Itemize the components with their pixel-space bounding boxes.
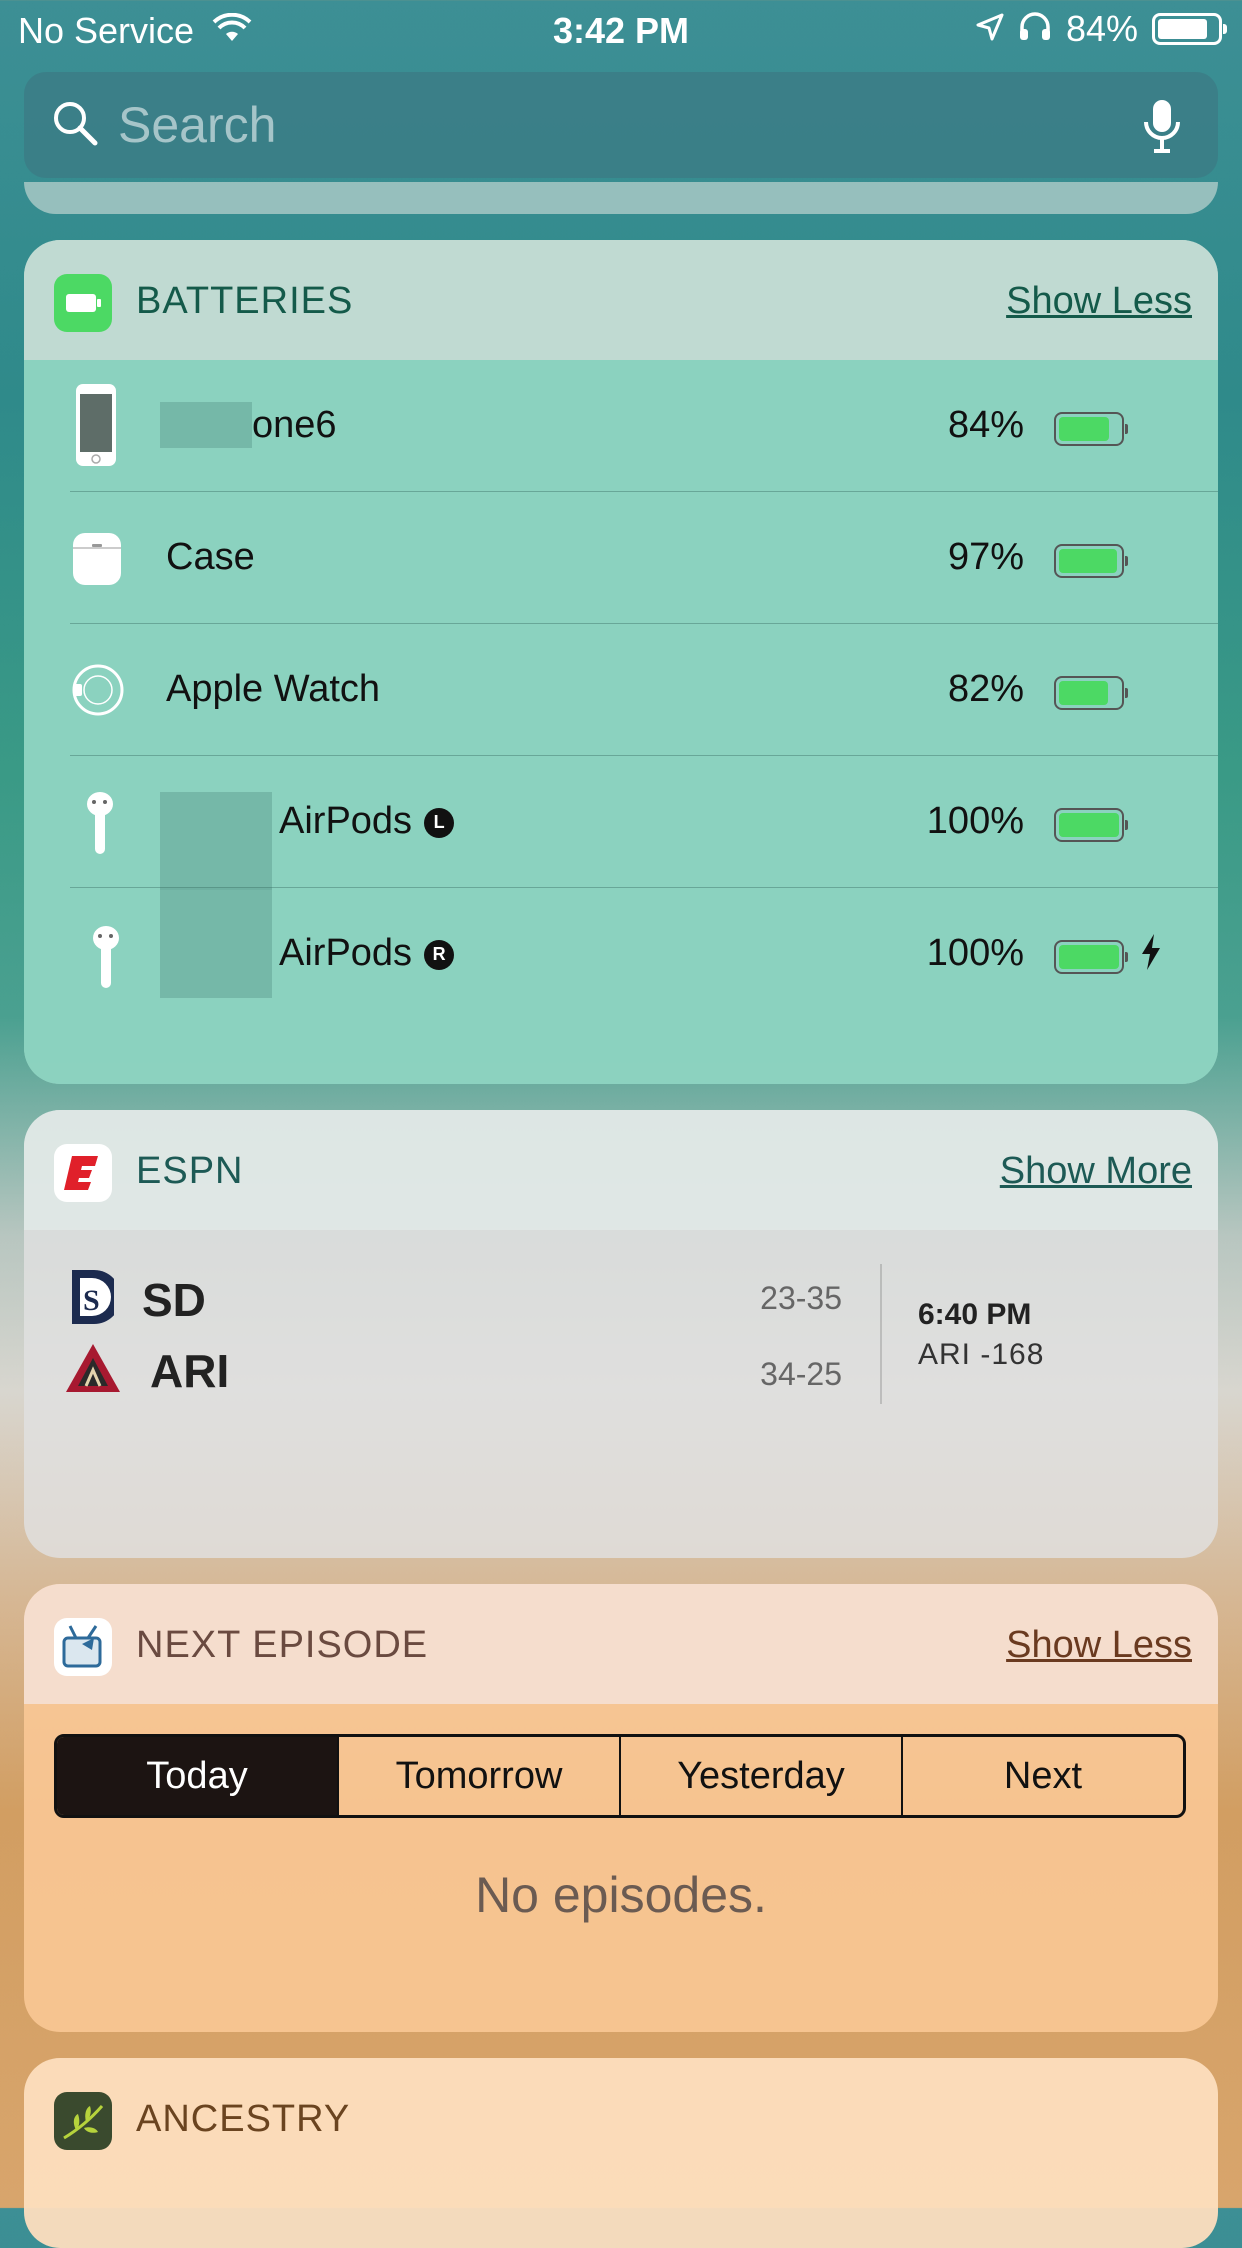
device-name-text: AirPods [279, 800, 413, 842]
redacted-name [160, 888, 272, 998]
right-badge: R [424, 939, 455, 970]
device-name: Case [166, 536, 255, 578]
empty-message: No episodes. [475, 1867, 767, 1923]
ancestry-leaf-icon [54, 2092, 112, 2150]
battery-percent: 84% [1065, 8, 1138, 49]
tab-yesterday[interactable]: Yesterday [619, 1737, 901, 1815]
team-abbr: SD [142, 1273, 206, 1326]
team-record: 34-25 [760, 1356, 842, 1392]
device-percent: 100% [926, 932, 1024, 974]
espn-header: ESPN Show More [24, 1110, 1218, 1230]
show-less-button[interactable]: Show Less [1006, 280, 1192, 323]
team-abbr: ARI [150, 1344, 230, 1397]
airpods-case-icon [72, 532, 122, 591]
battery-level-indicator [1054, 544, 1128, 578]
battery-row-case: Case 97% [24, 492, 1218, 624]
ancestry-header: ANCESTRY [24, 2058, 1218, 2178]
battery-level-indicator [1054, 676, 1128, 710]
device-percent: 84% [947, 404, 1024, 446]
device-name: Apple Watch [166, 668, 381, 710]
battery-row-airpod-right: AirPods R 100% [24, 888, 1218, 1020]
day-segmented-control: Today Tomorrow Yesterday Next [54, 1734, 1186, 1818]
show-less-button[interactable]: Show Less [1006, 1624, 1192, 1667]
redacted-name [160, 402, 252, 448]
battery-list: one6 84% Case 97% Apple Watch 82% AirPod… [24, 360, 1218, 1084]
battery-level-indicator [1054, 808, 1128, 842]
diamondbacks-logo-icon [64, 1342, 122, 1399]
tab-next[interactable]: Next [901, 1737, 1183, 1815]
redacted-name [160, 792, 272, 890]
battery-icon [1152, 13, 1227, 45]
team-row-away: S SD [64, 1266, 206, 1333]
tab-today[interactable]: Today [57, 1737, 337, 1815]
battery-row-apple-watch: Apple Watch 82% [24, 624, 1218, 756]
search-placeholder: Search [118, 97, 277, 153]
charging-bolt-icon [1140, 934, 1162, 975]
team-record: 23-35 [760, 1280, 842, 1316]
ancestry-widget: ANCESTRY [24, 2058, 1218, 2248]
tv-app-icon [54, 1618, 112, 1676]
padres-logo-icon: S [64, 1266, 121, 1333]
status-bar: No Service 3:42 PM 84% [0, 0, 1242, 62]
batteries-header: BATTERIES Show Less [24, 240, 1218, 360]
espn-title: ESPN [136, 1150, 244, 1192]
device-name: one6 [252, 404, 337, 446]
divider [880, 1264, 882, 1404]
device-name: AirPods L [279, 800, 455, 843]
device-name: AirPods R [279, 932, 455, 975]
previous-widget-edge [24, 182, 1218, 214]
espn-app-icon [54, 1144, 112, 1202]
svg-text:S: S [83, 1284, 100, 1317]
airpod-icon [84, 790, 118, 861]
tab-tomorrow[interactable]: Tomorrow [337, 1737, 619, 1815]
battery-row-airpod-left: AirPods L 100% [24, 756, 1218, 890]
search-bar[interactable]: Search [24, 72, 1218, 178]
betting-line: ARI -168 [918, 1338, 1045, 1371]
next-episode-header: NEXT EPISODE Show Less [24, 1584, 1218, 1704]
game-time: 6:40 PM [918, 1298, 1032, 1331]
microphone-icon[interactable] [1142, 98, 1182, 159]
device-percent: 82% [947, 668, 1024, 710]
apple-watch-icon [72, 662, 124, 723]
show-more-button[interactable]: Show More [1000, 1150, 1192, 1193]
device-name-text: AirPods [279, 932, 413, 974]
headphones-icon [1018, 8, 1052, 50]
battery-level-indicator [1054, 412, 1128, 446]
next-episode-widget: NEXT EPISODE Show Less Today Tomorrow Ye… [24, 1584, 1218, 2032]
batteries-widget: BATTERIES Show Less one6 84% Case 97% Ap… [24, 240, 1218, 1084]
battery-row-iphone: one6 84% [24, 360, 1218, 492]
airpod-icon [88, 924, 122, 995]
batteries-title: BATTERIES [136, 280, 354, 322]
espn-widget: ESPN Show More S SD 23-35 ARI 34-25 6:40… [24, 1110, 1218, 1558]
left-badge: L [424, 807, 455, 838]
iphone-icon [74, 382, 118, 473]
device-percent: 100% [926, 800, 1024, 842]
team-row-home: ARI [64, 1342, 229, 1399]
location-arrow-icon [976, 8, 1004, 50]
battery-level-indicator [1054, 940, 1128, 974]
batteries-app-icon [54, 274, 112, 332]
device-percent: 97% [947, 536, 1024, 578]
ancestry-title: ANCESTRY [136, 2098, 351, 2140]
next-episode-title: NEXT EPISODE [136, 1624, 429, 1666]
search-icon [52, 100, 98, 151]
